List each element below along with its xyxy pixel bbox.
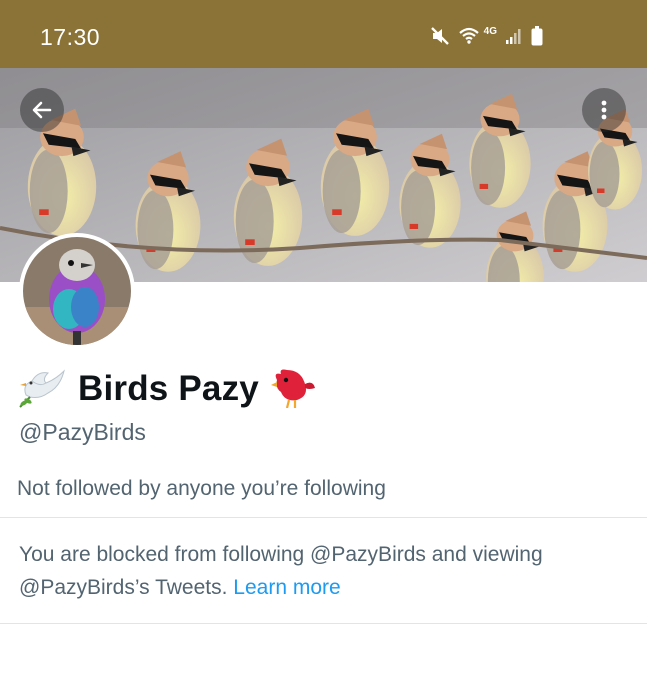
status-bar: 17:30 4G [0,0,647,68]
avatar[interactable] [19,233,135,349]
handle: @PazyBirds [19,419,146,445]
mute-icon [430,26,450,46]
arrow-left-icon [32,101,52,119]
red-bird-icon [270,366,315,413]
divider [0,623,647,624]
blocked-notice: You are blocked from following @PazyBird… [19,538,629,604]
back-button[interactable] [20,88,64,132]
learn-more-link[interactable]: Learn more [233,576,340,599]
display-name-row: Birds Pazy [18,366,315,412]
divider [0,517,647,518]
avatar-image [23,237,131,345]
battery-icon [531,26,543,46]
dove-icon [18,365,66,414]
wifi-icon [458,26,480,46]
status-time: 17:30 [40,24,101,50]
more-options-button[interactable] [582,88,626,132]
more-vertical-icon [601,100,607,120]
network-label: 4G [483,25,497,37]
followers-note: Not followed by anyone you’re following [17,477,386,500]
display-name: Birds Pazy [78,369,259,408]
status-icons: 4G [430,24,543,48]
signal-icon [505,27,523,45]
